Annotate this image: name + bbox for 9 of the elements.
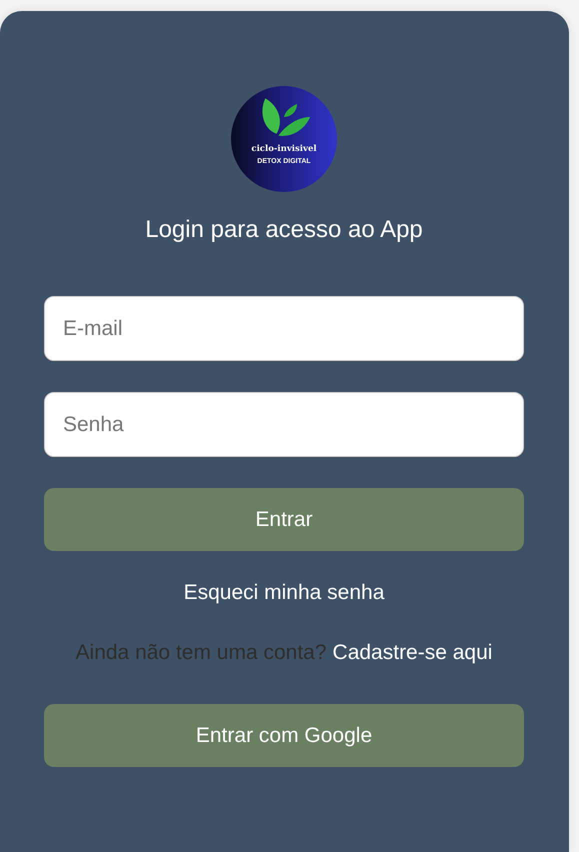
logo-name: ciclo-invisivel bbox=[251, 144, 317, 154]
google-login-button[interactable]: Entrar com Google bbox=[44, 704, 524, 767]
forgot-password-link[interactable]: Esqueci minha senha bbox=[184, 581, 384, 605]
input-field[interactable]: Senha bbox=[44, 392, 524, 457]
login-title: Login para acesso ao App bbox=[145, 216, 423, 244]
login-button[interactable]: Entrar bbox=[44, 488, 524, 551]
input-field[interactable]: E-mail bbox=[44, 296, 524, 361]
signup-prompt: Ainda não tem uma conta? bbox=[76, 641, 327, 665]
signup-link[interactable]: Cadastre-se aqui bbox=[332, 641, 492, 665]
